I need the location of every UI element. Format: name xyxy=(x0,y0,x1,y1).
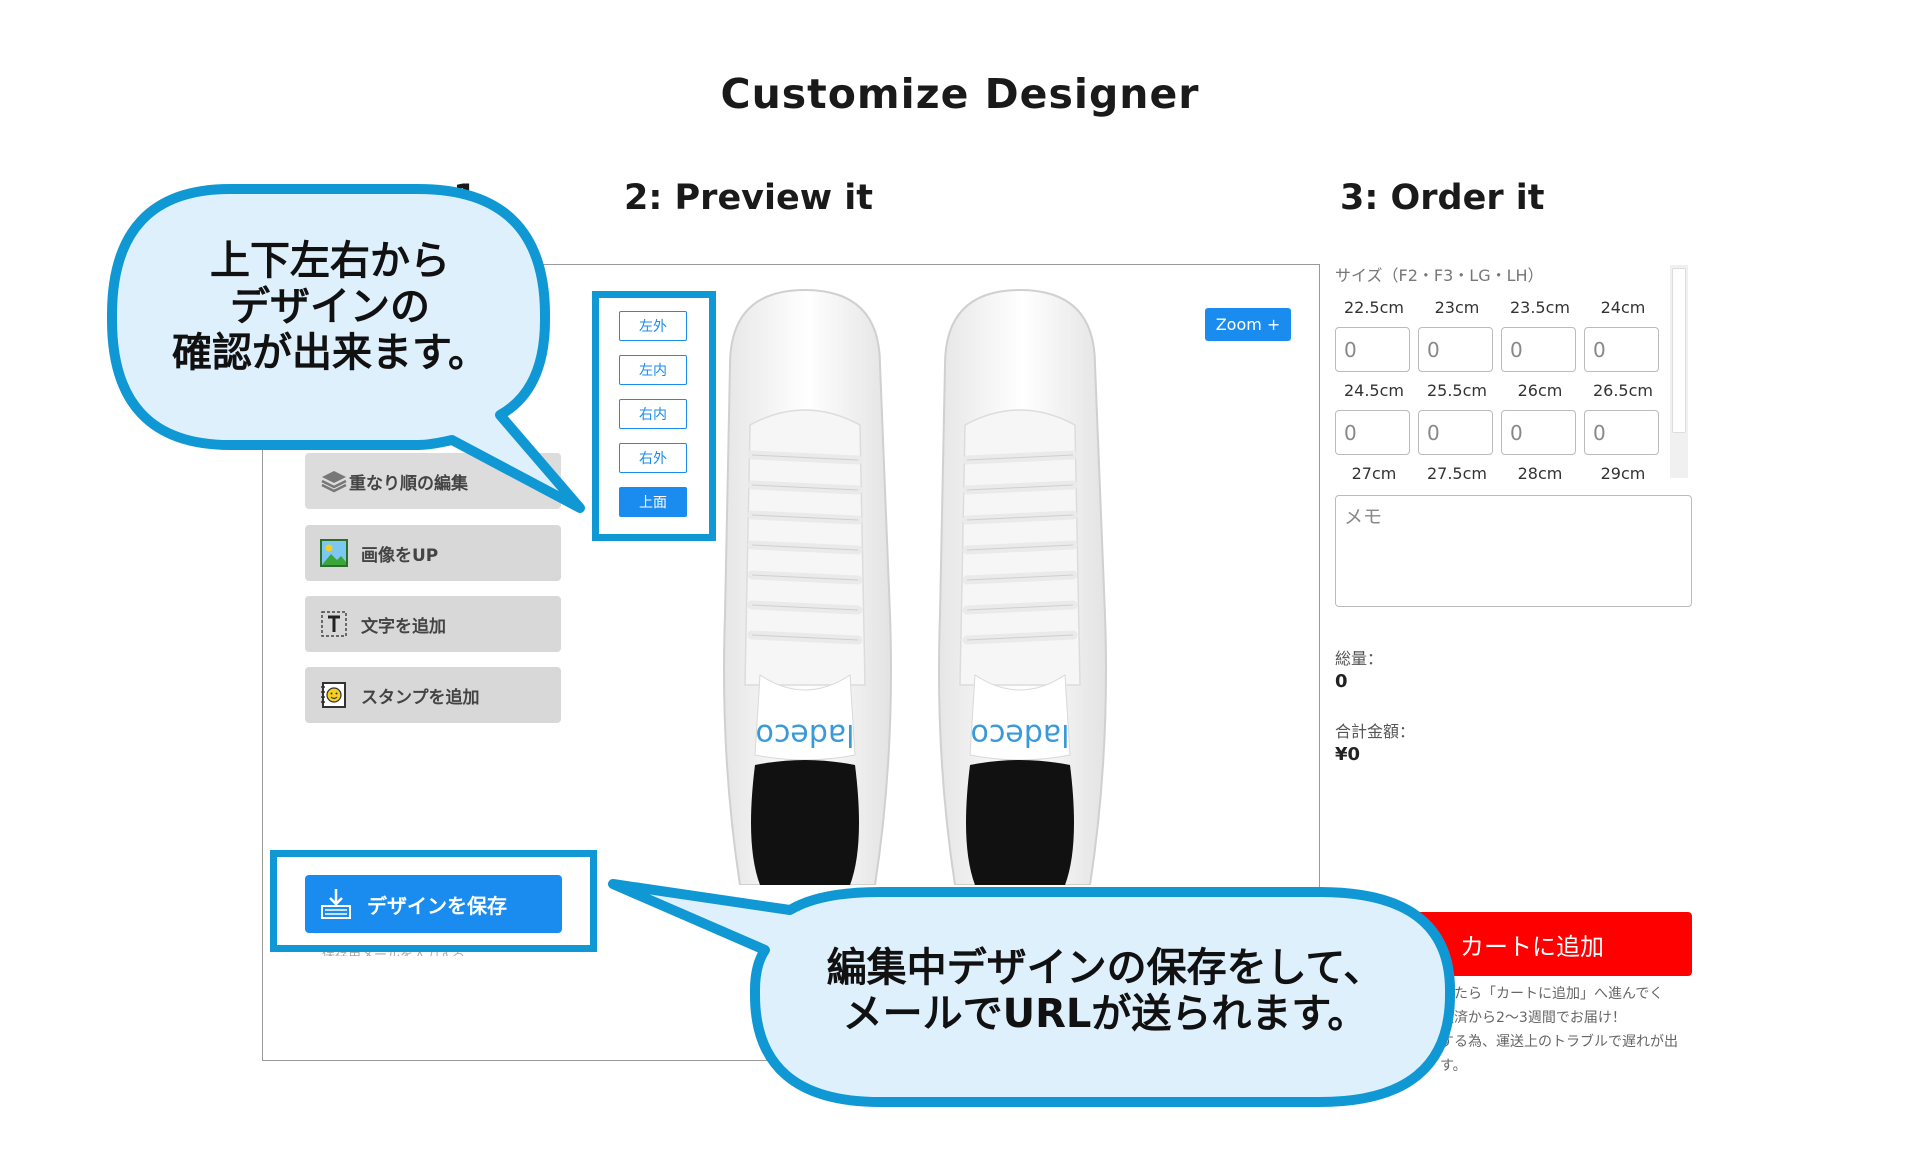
size-label: 28cm xyxy=(1517,464,1563,483)
layers-icon xyxy=(319,466,349,496)
quantity-input[interactable]: 0 xyxy=(1418,410,1493,455)
shoe-preview-image: ladeco ladeco xyxy=(690,285,1150,886)
image-icon xyxy=(319,538,349,568)
bottom-callout-line: 編集中デザインの保存をして、 xyxy=(826,945,1384,991)
order-note-line: する為、運送上のトラブルで遅れが出 xyxy=(1440,1034,1678,1050)
add-stamp-label: スタンプを追加 xyxy=(361,687,480,708)
layer-order-label: 重なり順の編集 xyxy=(349,473,468,494)
add-stamp-button[interactable]: スタンプを追加 xyxy=(305,667,561,723)
quantity-input[interactable]: 0 xyxy=(1584,327,1659,372)
size-label: 26cm xyxy=(1517,381,1563,400)
size-label: 26.5cm xyxy=(1592,381,1653,400)
quantity-input[interactable]: 0 xyxy=(1335,410,1410,455)
size-label: 25.5cm xyxy=(1426,381,1487,400)
page-title: Customize Designer xyxy=(720,70,1200,118)
step3-heading: 3: Order it xyxy=(1340,178,1545,218)
text-icon xyxy=(319,609,349,639)
right-shoe-logo-text: ladeco xyxy=(970,717,1069,752)
bottom-callout-line: メールでURLが送られます。 xyxy=(842,991,1368,1037)
zoom-in-button[interactable]: Zoom + xyxy=(1205,308,1291,341)
size-label: 22.5cm xyxy=(1343,298,1404,317)
top-callout-line: デザインの xyxy=(230,284,430,330)
total-price-label: 合計金額： xyxy=(1335,722,1416,741)
total-price-value: ¥0 xyxy=(1335,744,1361,765)
order-note-line: す。 xyxy=(1440,1058,1467,1074)
size-label: 27cm xyxy=(1351,464,1397,483)
stamp-icon xyxy=(319,680,349,710)
bottom-callout-text: 編集中デザインの保存をして、 メールでURLが送られます。 xyxy=(770,945,1440,1037)
total-quantity-label: 総量： xyxy=(1335,649,1384,668)
size-label: 29cm xyxy=(1600,464,1646,483)
size-label: 23.5cm xyxy=(1509,298,1570,317)
step2-heading: 2: Preview it xyxy=(624,178,873,218)
quantity-input[interactable]: 0 xyxy=(1418,327,1493,372)
save-highlight-box xyxy=(270,850,597,952)
size-label: 24cm xyxy=(1600,298,1646,317)
quantity-input[interactable]: 0 xyxy=(1501,410,1576,455)
size-scrollbar-thumb[interactable] xyxy=(1672,268,1686,433)
layer-order-button[interactable]: 重なり順の編集 xyxy=(305,453,561,509)
quantity-input[interactable]: 0 xyxy=(1335,327,1410,372)
left-shoe-logo-text: ladeco xyxy=(755,717,854,752)
step1-heading: 1 xyxy=(453,178,478,218)
size-label: 23cm xyxy=(1434,298,1480,317)
add-to-cart-label: カートに追加 xyxy=(1460,932,1604,961)
add-text-button[interactable]: 文字を追加 xyxy=(305,596,561,652)
quantity-input[interactable]: 0 xyxy=(1584,410,1659,455)
memo-textarea[interactable]: メモ xyxy=(1335,495,1692,607)
top-callout-text: 上下左右から デザインの 確認が出来ます。 xyxy=(120,238,540,376)
total-quantity-value: 0 xyxy=(1335,671,1348,692)
add-text-label: 文字を追加 xyxy=(361,616,446,637)
size-hint: サイズ（F2・F3・LG・LH） xyxy=(1335,266,1544,285)
order-note-line: 決済から2〜3週間でお届け！ xyxy=(1440,1010,1626,1026)
order-note-line: したら「カートに追加」へ進んでく xyxy=(1440,986,1664,1002)
size-label: 27.5cm xyxy=(1426,464,1487,483)
upload-image-button[interactable]: 画像をUP xyxy=(305,525,561,581)
upload-image-label: 画像をUP xyxy=(361,545,439,566)
quantity-input[interactable]: 0 xyxy=(1501,327,1576,372)
top-callout-line: 確認が出来ます。 xyxy=(172,330,488,376)
top-callout-line: 上下左右から xyxy=(210,238,450,284)
size-label: 24.5cm xyxy=(1343,381,1404,400)
